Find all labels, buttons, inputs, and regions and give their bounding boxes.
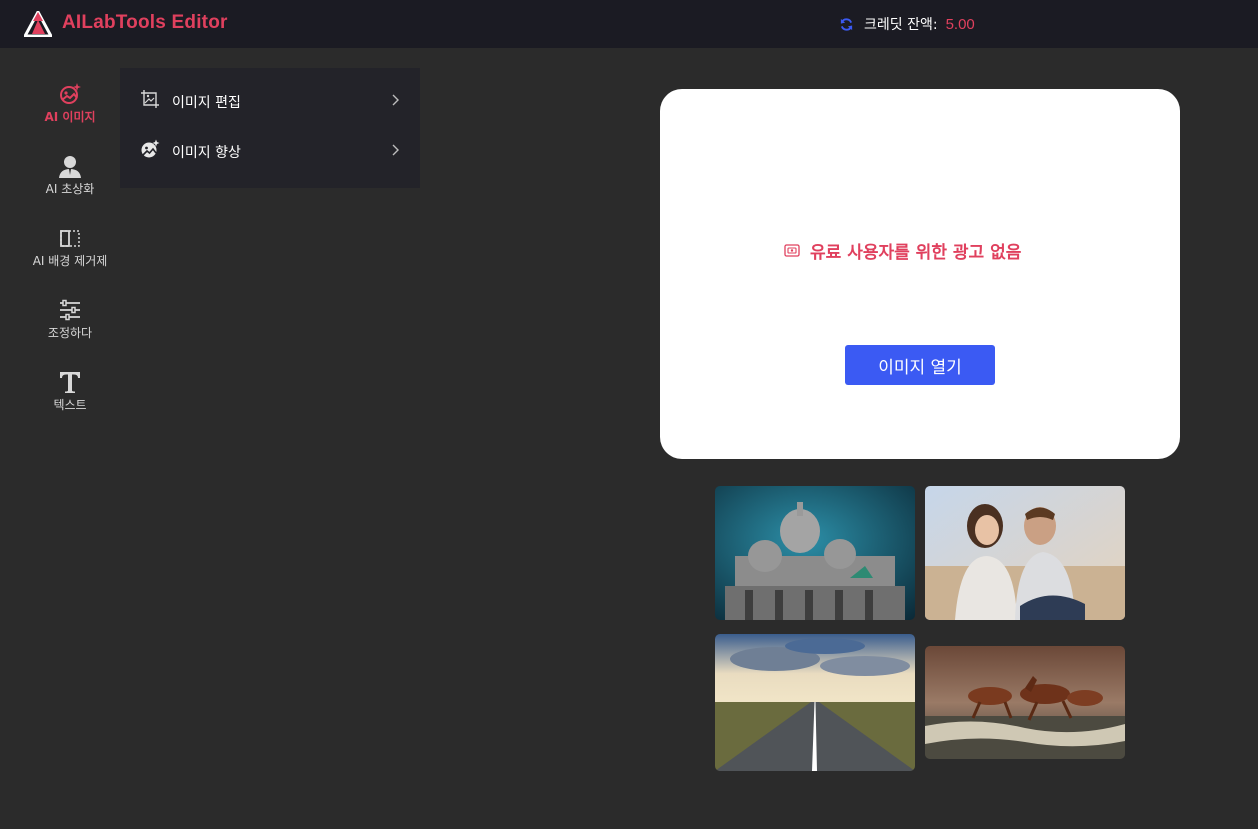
app-logo-icon <box>24 11 52 37</box>
chevron-right-icon <box>392 144 399 156</box>
top-bar: AILabTools Editor 크레딧 잔액: 5.00 <box>0 0 1258 48</box>
text-icon <box>60 372 80 393</box>
chevron-right-icon <box>392 94 399 106</box>
background-remove-icon <box>60 230 80 247</box>
road-sample-image <box>715 634 915 771</box>
portrait-icon <box>59 156 81 178</box>
enhance-image-icon <box>141 139 160 158</box>
tool-adjust[interactable]: 조정하다 <box>20 298 120 341</box>
tool-ai-portrait[interactable]: AI 초상화 <box>20 154 120 197</box>
submenu-label: 이미지 향상 <box>172 145 241 161</box>
ad-icon <box>784 243 800 257</box>
horses-sample-image <box>925 646 1125 759</box>
refresh-icon[interactable] <box>839 17 854 32</box>
sample-image-road[interactable] <box>715 634 915 771</box>
ai-image-submenu: 이미지 편집 이미지 향상 <box>120 68 420 188</box>
tool-label: 조정하다 <box>47 326 93 340</box>
credit-balance: 크레딧 잔액: 5.00 <box>839 14 975 34</box>
tool-label: AI 초상화 <box>45 182 95 196</box>
open-image-button[interactable]: 이미지 열기 <box>845 345 995 385</box>
cathedral-sample-image <box>715 486 915 620</box>
sliders-icon <box>60 299 80 321</box>
no-ads-notice: 유료 사용자를 위한 광고 없음 <box>784 238 1021 263</box>
tool-ai-image[interactable]: AI 이미지 <box>20 82 120 125</box>
no-ads-text: 유료 사용자를 위한 광고 없음 <box>810 243 1022 263</box>
sample-image-cathedral[interactable] <box>715 486 915 620</box>
credit-label: 크레딧 잔액: <box>864 17 938 33</box>
couple-sample-image <box>925 486 1125 620</box>
submenu-item-image-enhance[interactable]: 이미지 향상 <box>120 122 420 172</box>
tool-label: AI 배경 제거제 <box>32 254 108 268</box>
tool-label: 텍스트 <box>53 398 87 412</box>
app-title: AILabTools Editor <box>62 12 228 33</box>
submenu-label: 이미지 편집 <box>172 95 241 111</box>
upload-card: 유료 사용자를 위한 광고 없음 이미지 열기 <box>660 89 1180 459</box>
ai-image-icon <box>60 83 81 104</box>
sample-image-horses[interactable] <box>925 646 1125 759</box>
submenu-item-image-edit[interactable]: 이미지 편집 <box>120 72 420 122</box>
tool-ai-background-remover[interactable]: AI 배경 제거제 <box>20 226 120 269</box>
tool-text[interactable]: 텍스트 <box>20 370 120 413</box>
crop-image-icon <box>141 90 159 108</box>
tool-label: AI 이미지 <box>44 110 96 124</box>
sample-image-couple[interactable] <box>925 486 1125 620</box>
credit-value: 5.00 <box>945 15 975 33</box>
